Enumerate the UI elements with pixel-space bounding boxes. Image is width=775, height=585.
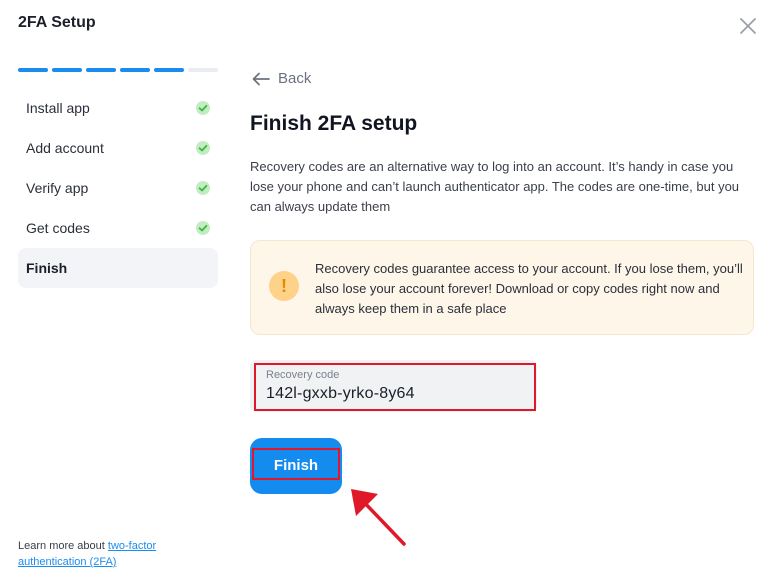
back-button[interactable]: Back [252,70,311,87]
finish-button[interactable]: Finish [250,438,342,494]
progress-segment [52,68,82,72]
step-label: Finish [26,260,68,276]
check-icon [196,141,210,155]
warning-text: Recovery codes guarantee access to your … [315,261,743,316]
modal-title: 2FA Setup [18,14,96,31]
close-icon [740,18,756,34]
check-icon [196,101,210,115]
step-label: Install app [26,100,90,116]
step-get-codes[interactable]: Get codes [18,208,218,248]
step-label: Add account [26,140,104,156]
description-text: Recovery codes are an alternative way to… [250,159,740,214]
step-label: Verify app [26,180,89,196]
progress-segment [188,68,218,72]
step-finish[interactable]: Finish [18,248,218,288]
pointer-arrow-icon [351,489,406,546]
progress-segment [86,68,116,72]
warning-box: ! Recovery codes guarantee access to you… [250,240,754,335]
check-icon [196,181,210,195]
progress-segment [120,68,150,72]
highlight-outline [252,448,340,480]
step-label: Get codes [26,220,90,236]
close-button[interactable] [737,15,759,37]
step-progress-bar [18,68,218,72]
learn-more-text: Learn more about two-factor authenticati… [18,538,208,570]
step-install-app[interactable]: Install app [18,88,218,128]
progress-segment [18,68,48,72]
learn-more-prefix: Learn more about [18,540,108,552]
back-label: Back [278,70,312,87]
progress-segment [154,68,184,72]
step-verify-app[interactable]: Verify app [18,168,218,208]
recovery-code-field[interactable]: Recovery code 142l-gxxb-yrko-8y64 [250,360,537,412]
check-icon [196,221,210,235]
step-add-account[interactable]: Add account [18,128,218,168]
page-title: Finish 2FA setup [250,112,418,135]
highlight-outline [254,363,536,411]
exclamation-icon: ! [269,271,299,301]
arrow-left-icon [252,72,270,85]
steps-list: Install app Add account Verify app Get c… [18,88,218,288]
